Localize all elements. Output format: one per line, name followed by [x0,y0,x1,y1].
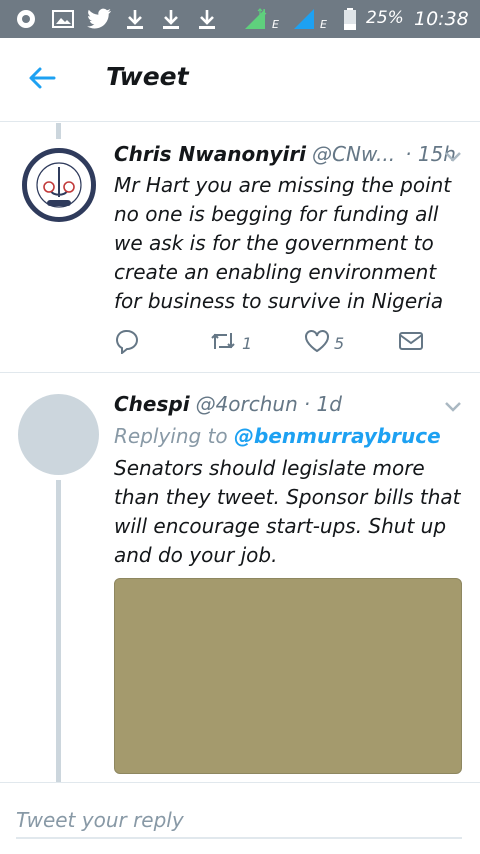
avatar[interactable] [18,394,99,475]
network-badge: E [320,18,327,31]
reply-input[interactable] [16,803,462,839]
tweet-actions: 1 5 [114,328,444,358]
tweet-menu-button[interactable] [442,396,464,418]
tweet-time: · 1d [303,392,342,416]
tweet-meta: Chespi @4orchun · 1d [114,392,342,416]
battery-percentage: 25% [366,8,404,28]
download-icon [196,8,218,30]
replying-to-label: Replying to [114,424,228,448]
author-handle[interactable]: @CNw... [312,142,395,166]
tweet-text: Mr Hart you are missing the point no one… [114,173,452,313]
page-title: Tweet [106,62,189,91]
tweet-header: Tweet [0,38,480,122]
reply-button[interactable] [114,328,140,358]
tweet-text: Senators should legislate more than they… [114,456,461,567]
download-icon [124,8,146,30]
replying-to: Replying to @benmurraybruce [114,424,441,448]
status-bar: E E 25% 10:38 [0,0,480,38]
chevron-down-icon [444,398,462,417]
anchor-american-exports-logo-icon [27,154,91,217]
back-button[interactable] [22,62,62,98]
reply-composer [0,782,480,854]
like-count: 5 [334,333,345,353]
like-button[interactable]: 5 [304,328,344,358]
clock: 10:38 [414,8,469,30]
reply-bubble-icon [114,328,140,358]
retweet-button[interactable]: 1 [208,328,252,358]
direct-message-button[interactable] [398,328,424,358]
tweet-menu-button[interactable] [442,146,464,168]
network-badge: E [272,18,279,31]
author-name[interactable]: Chespi [114,392,190,416]
signal-icon [292,8,316,30]
circle-notification-icon [14,8,38,30]
thread-line [56,123,61,139]
envelope-icon [398,330,424,356]
author-name[interactable]: Chris Nwanonyiri [114,142,306,166]
image-icon [50,8,76,30]
heart-icon [304,329,330,357]
retweet-icon [208,329,238,357]
author-handle[interactable]: @4orchun [196,392,298,416]
signal-icon [242,8,268,30]
battery-icon [342,8,358,30]
avatar[interactable] [22,148,96,222]
twitter-bird-icon [86,8,114,30]
thread-line [56,480,61,782]
retweet-count: 1 [242,333,253,353]
download-icon [160,8,182,30]
divider [0,372,480,373]
tweet-meta: Chris Nwanonyiri @CNw... · 15h [114,142,456,166]
back-arrow-icon [28,66,56,94]
tweet-media-image[interactable] [114,578,462,774]
chevron-down-icon [444,148,462,167]
mention-link[interactable]: @benmurraybruce [234,424,441,448]
